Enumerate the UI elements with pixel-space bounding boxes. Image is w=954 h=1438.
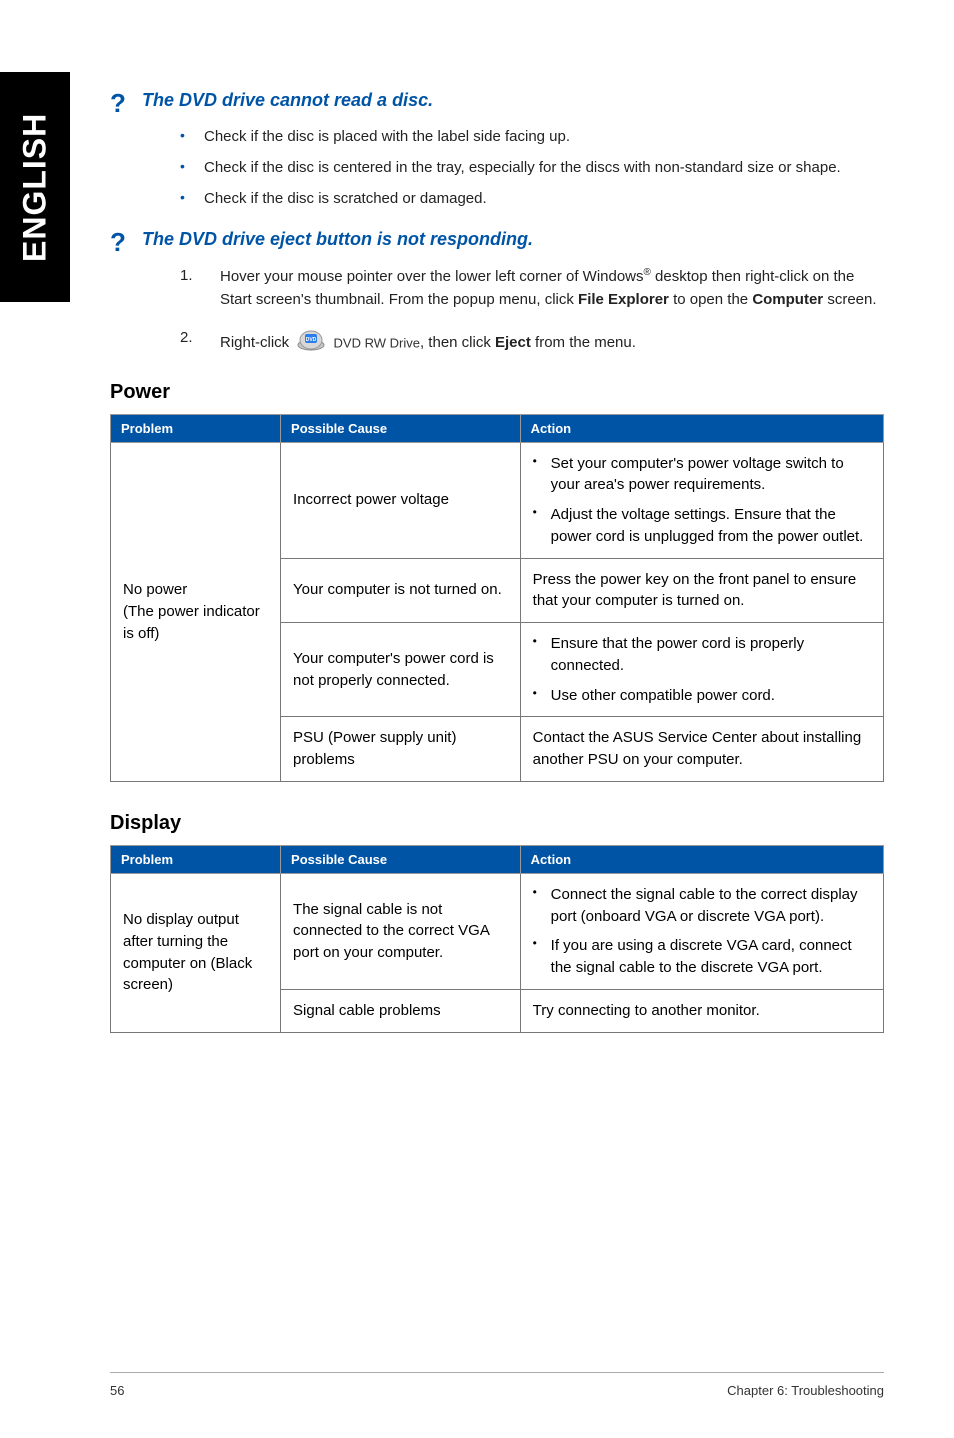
- svg-text:DVD: DVD: [306, 337, 317, 343]
- list-item: 2. Right-click DVD DVD RW Drive, then cl…: [180, 327, 884, 359]
- problem-cell: No power (The power indicator is off): [111, 442, 281, 781]
- column-header-action: Action: [520, 845, 883, 873]
- faq-question-title: The DVD drive eject button is not respon…: [142, 229, 533, 250]
- action-cell: Try connecting to another monitor.: [520, 989, 883, 1032]
- action-cell: Contact the ASUS Service Center about in…: [520, 717, 883, 782]
- action-item: Adjust the voltage settings. Ensure that…: [533, 504, 871, 548]
- faq-question-title: The DVD drive cannot read a disc.: [142, 90, 433, 111]
- action-item: Connect the signal cable to the correct …: [533, 884, 871, 928]
- faq-answer-list: Check if the disc is placed with the lab…: [180, 126, 884, 209]
- main-content: ? The DVD drive cannot read a disc. Chec…: [110, 90, 884, 1063]
- action-cell: Set your computer's power voltage switch…: [520, 442, 883, 558]
- question-mark-icon: ?: [110, 90, 142, 116]
- action-cell: Press the power key on the front panel t…: [520, 558, 883, 623]
- cause-cell: The signal cable is not connected to the…: [281, 873, 521, 989]
- column-header-problem: Problem: [111, 414, 281, 442]
- step-number: 1.: [180, 265, 193, 288]
- list-item: Check if the disc is centered in the tra…: [180, 157, 884, 178]
- chapter-label: Chapter 6: Troubleshooting: [727, 1383, 884, 1398]
- list-item: Check if the disc is placed with the lab…: [180, 126, 884, 147]
- cause-cell: Incorrect power voltage: [281, 442, 521, 558]
- page-footer: 56 Chapter 6: Troubleshooting: [110, 1372, 884, 1398]
- faq-question-row: ? The DVD drive cannot read a disc.: [110, 90, 884, 116]
- action-item: Ensure that the power cord is properly c…: [533, 633, 871, 677]
- problem-cell: No display output after turning the comp…: [111, 873, 281, 1032]
- step-text: Right-click DVD DVD RW Drive, then click…: [220, 334, 636, 351]
- cause-cell: Signal cable problems: [281, 989, 521, 1032]
- list-item: Check if the disc is scratched or damage…: [180, 188, 884, 209]
- dvd-drive-label: DVD RW Drive: [334, 335, 420, 350]
- list-item: 1. Hover your mouse pointer over the low…: [180, 265, 884, 311]
- column-header-action: Action: [520, 414, 883, 442]
- faq-question-row: ? The DVD drive eject button is not resp…: [110, 229, 884, 255]
- action-item: Set your computer's power voltage switch…: [533, 453, 871, 497]
- dvd-drive-icon: DVD: [297, 327, 325, 359]
- language-tab: ENGLISH: [0, 72, 70, 302]
- action-item: Use other compatible power cord.: [533, 685, 871, 707]
- display-table: Problem Possible Cause Action No display…: [110, 845, 884, 1033]
- question-mark-icon: ?: [110, 229, 142, 255]
- action-item: If you are using a discrete VGA card, co…: [533, 935, 871, 979]
- cause-cell: Your computer's power cord is not proper…: [281, 623, 521, 717]
- display-heading: Display: [110, 812, 884, 835]
- column-header-cause: Possible Cause: [281, 845, 521, 873]
- action-cell: Connect the signal cable to the correct …: [520, 873, 883, 989]
- column-header-cause: Possible Cause: [281, 414, 521, 442]
- step-number: 2.: [180, 327, 193, 350]
- cause-cell: Your computer is not turned on.: [281, 558, 521, 623]
- power-heading: Power: [110, 381, 884, 404]
- page-number: 56: [110, 1383, 124, 1398]
- power-table: Problem Possible Cause Action No power (…: [110, 414, 884, 782]
- step-text: Hover your mouse pointer over the lower …: [220, 268, 877, 308]
- action-cell: Ensure that the power cord is properly c…: [520, 623, 883, 717]
- column-header-problem: Problem: [111, 845, 281, 873]
- faq-steps-list: 1. Hover your mouse pointer over the low…: [180, 265, 884, 359]
- cause-cell: PSU (Power supply unit) problems: [281, 717, 521, 782]
